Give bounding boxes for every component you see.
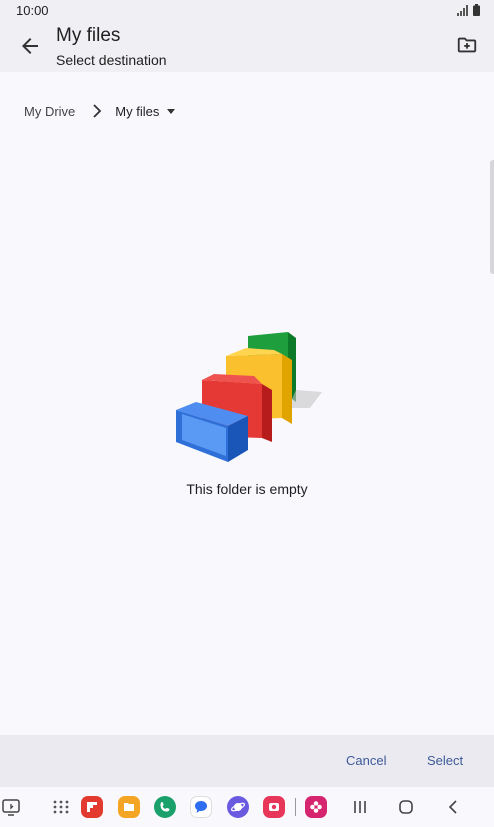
blossom-app-icon[interactable] (305, 796, 327, 818)
my-files-app-icon[interactable] (118, 796, 140, 818)
recent-apps-button[interactable] (349, 796, 371, 818)
select-button[interactable]: Select (427, 753, 463, 768)
flower-icon (310, 801, 322, 813)
status-bar: 10:00 (0, 0, 494, 20)
dropdown-arrow-icon (167, 108, 176, 114)
home-icon (399, 800, 413, 814)
empty-folder-message: This folder is empty (186, 481, 308, 497)
status-time: 10:00 (16, 3, 49, 18)
phone-app-icon[interactable] (154, 796, 176, 818)
flipboard-app-icon[interactable] (81, 796, 103, 818)
arrow-back-icon (22, 38, 38, 54)
status-icons (457, 4, 480, 16)
phone-icon (160, 802, 170, 812)
new-folder-button[interactable] (456, 34, 478, 56)
internet-app-icon[interactable] (227, 796, 249, 818)
breadcrumb-my-files[interactable]: My files (115, 103, 176, 119)
breadcrumb-my-drive[interactable]: My Drive (24, 104, 75, 119)
app-bar: My files Select destination (0, 20, 494, 72)
recents-icon (354, 801, 366, 813)
breadcrumb-current-label: My files (115, 103, 160, 119)
messages-app-icon[interactable] (190, 796, 212, 818)
chevron-right-icon (93, 104, 102, 118)
apps-button[interactable] (50, 796, 72, 818)
empty-folder-illustration (176, 332, 322, 462)
breadcrumb: My Drive My files (24, 102, 176, 120)
chat-bubble-icon (195, 801, 207, 813)
battery-icon (473, 4, 480, 16)
screen-recorder-app-icon[interactable] (263, 796, 285, 818)
create-folder-icon (457, 37, 477, 53)
dock-divider (295, 798, 296, 816)
screen-icon (2, 799, 20, 816)
signal-icon (457, 5, 468, 16)
apps-grid-icon (53, 800, 69, 814)
scroll-handle[interactable] (490, 160, 494, 274)
back-button[interactable] (18, 34, 42, 58)
page-title: My files (56, 25, 121, 46)
camera-icon (269, 803, 279, 811)
page-subtitle: Select destination (56, 52, 167, 68)
flipboard-icon (87, 802, 97, 812)
task-changer-button[interactable] (0, 796, 22, 818)
planet-icon (230, 802, 246, 812)
action-bar: Cancel Select (0, 735, 494, 787)
folder-icon (124, 803, 134, 811)
cancel-button[interactable]: Cancel (346, 753, 386, 768)
back-nav-button[interactable] (442, 796, 464, 818)
navigation-bar (0, 787, 494, 827)
back-chevron-icon (448, 800, 457, 814)
home-button[interactable] (395, 796, 417, 818)
